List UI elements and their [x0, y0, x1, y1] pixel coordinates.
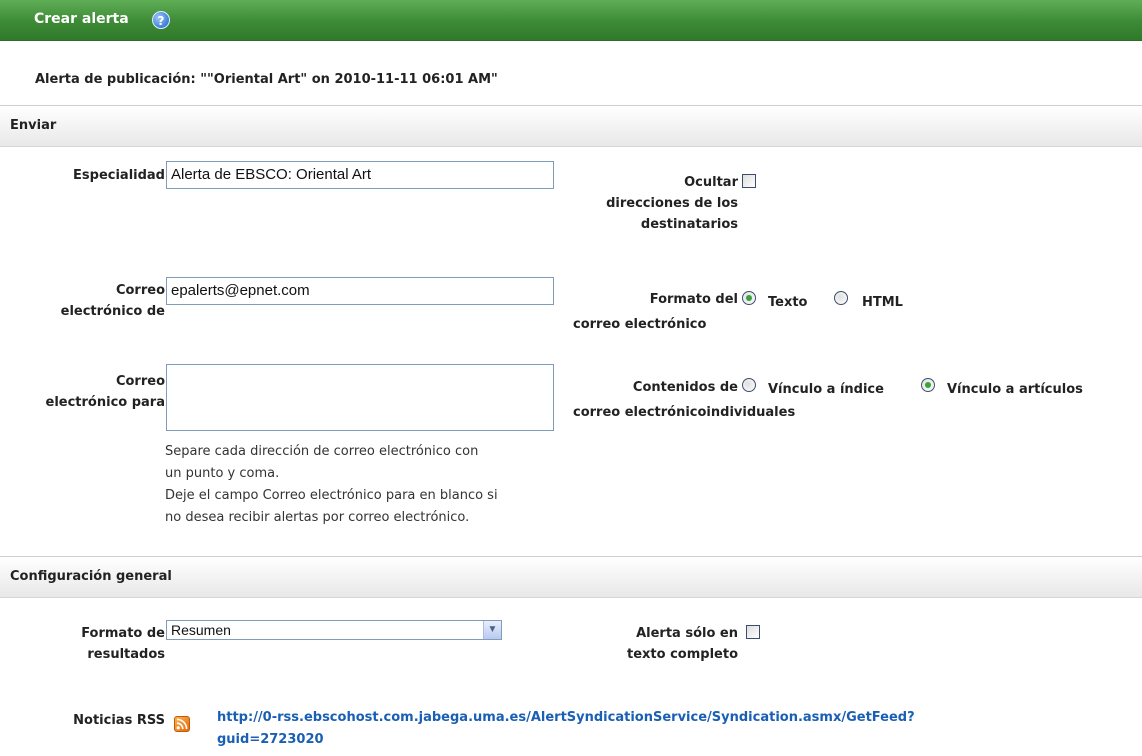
contents-articles-label[interactable]: Vínculo a artículos: [947, 379, 1083, 400]
help-icon[interactable]: ?: [152, 11, 170, 29]
subject-label: Especialidad: [73, 168, 165, 183]
page-title: Crear alerta: [34, 11, 129, 27]
results-format-label: Formato de resultados: [20, 623, 165, 665]
section-send: Enviar: [0, 105, 1142, 147]
from-email-input[interactable]: epalerts@epnet.com: [166, 277, 554, 305]
blank-email-note-line-1: Deje el campo Correo electrónico para en…: [165, 488, 498, 503]
from-label-line-1: Correo: [115, 283, 165, 298]
format-text-label[interactable]: Texto: [768, 292, 808, 313]
to-label: Correo electrónico para: [20, 371, 166, 413]
hide-recipients-label-line-1: Ocultar: [684, 175, 738, 190]
subject-input[interactable]: Alerta de EBSCO: Oriental Art: [166, 161, 554, 189]
email-contents-label-line-1: Contenidos de: [632, 380, 738, 395]
to-email-textarea[interactable]: [166, 364, 554, 431]
fulltext-only-label: Alerta sólo en texto completo: [560, 623, 738, 665]
format-html-label[interactable]: HTML: [862, 292, 903, 313]
to-label-line-1: Correo: [115, 374, 165, 389]
hide-recipients-label-line-3: destinatarios: [640, 217, 738, 232]
contents-articles-radio[interactable]: [921, 378, 935, 392]
separator-note-line-2: un punto y coma.: [165, 466, 280, 481]
to-label-line-2: electrónico para: [45, 395, 166, 410]
contents-index-label[interactable]: Vínculo a índice: [768, 379, 884, 400]
hide-recipients-label-line-2: direcciones de los: [606, 196, 738, 211]
results-format-selected: Resumen: [171, 622, 231, 638]
chevron-down-icon[interactable]: ▼: [483, 621, 501, 639]
separator-note-line-1: Separe cada dirección de correo electrón…: [165, 444, 479, 459]
fulltext-only-label-line-2: texto completo: [627, 647, 738, 662]
header-bar: Crear alerta ?: [0, 0, 1142, 41]
results-format-label-line-2: resultados: [87, 647, 165, 662]
results-format-select[interactable]: Resumen ▼: [166, 620, 502, 640]
fulltext-only-checkbox[interactable]: [746, 625, 760, 639]
results-format-label-line-1: Formato de: [81, 626, 165, 641]
from-label: Correo electrónico de: [20, 280, 165, 322]
section-general: Configuración general: [0, 556, 1142, 598]
section-send-title: Enviar: [10, 118, 57, 133]
format-text-radio[interactable]: [742, 291, 756, 305]
contents-index-radio[interactable]: [742, 378, 756, 392]
rss-feed-link-line-1[interactable]: http://0-rss.ebscohost.com.jabega.uma.es…: [217, 707, 915, 729]
email-contents-label-line-2: correo electrónicoindividuales: [573, 405, 796, 420]
email-format-label-line-2: correo electrónico: [573, 317, 707, 332]
rss-label: Noticias RSS: [73, 713, 165, 728]
hide-recipients-label: Ocultar direcciones de los destinatarios: [560, 172, 738, 235]
rss-feed-link-line-2[interactable]: guid=2723020: [217, 729, 915, 751]
from-label-line-2: electrónico de: [60, 304, 165, 319]
blank-email-note-line-2: no desea recibir alertas por correo elec…: [165, 510, 470, 525]
hide-recipients-checkbox[interactable]: [742, 174, 756, 188]
rss-icon[interactable]: [174, 716, 190, 732]
blank-email-note: Deje el campo Correo electrónico para en…: [165, 485, 498, 529]
fulltext-only-label-line-1: Alerta sólo en: [636, 626, 738, 641]
section-general-title: Configuración general: [10, 569, 172, 584]
email-format-label: Formato del: [560, 289, 738, 310]
rss-feed-link[interactable]: http://0-rss.ebscohost.com.jabega.uma.es…: [217, 707, 915, 751]
format-html-radio[interactable]: [834, 291, 848, 305]
separator-note: Separe cada dirección de correo electrón…: [165, 441, 478, 485]
publication-alert-title: Alerta de publicación: ""Oriental Art" o…: [35, 72, 498, 87]
email-contents-label: Contenidos de: [560, 377, 738, 398]
email-format-label-line-1: Formato del: [649, 292, 738, 307]
